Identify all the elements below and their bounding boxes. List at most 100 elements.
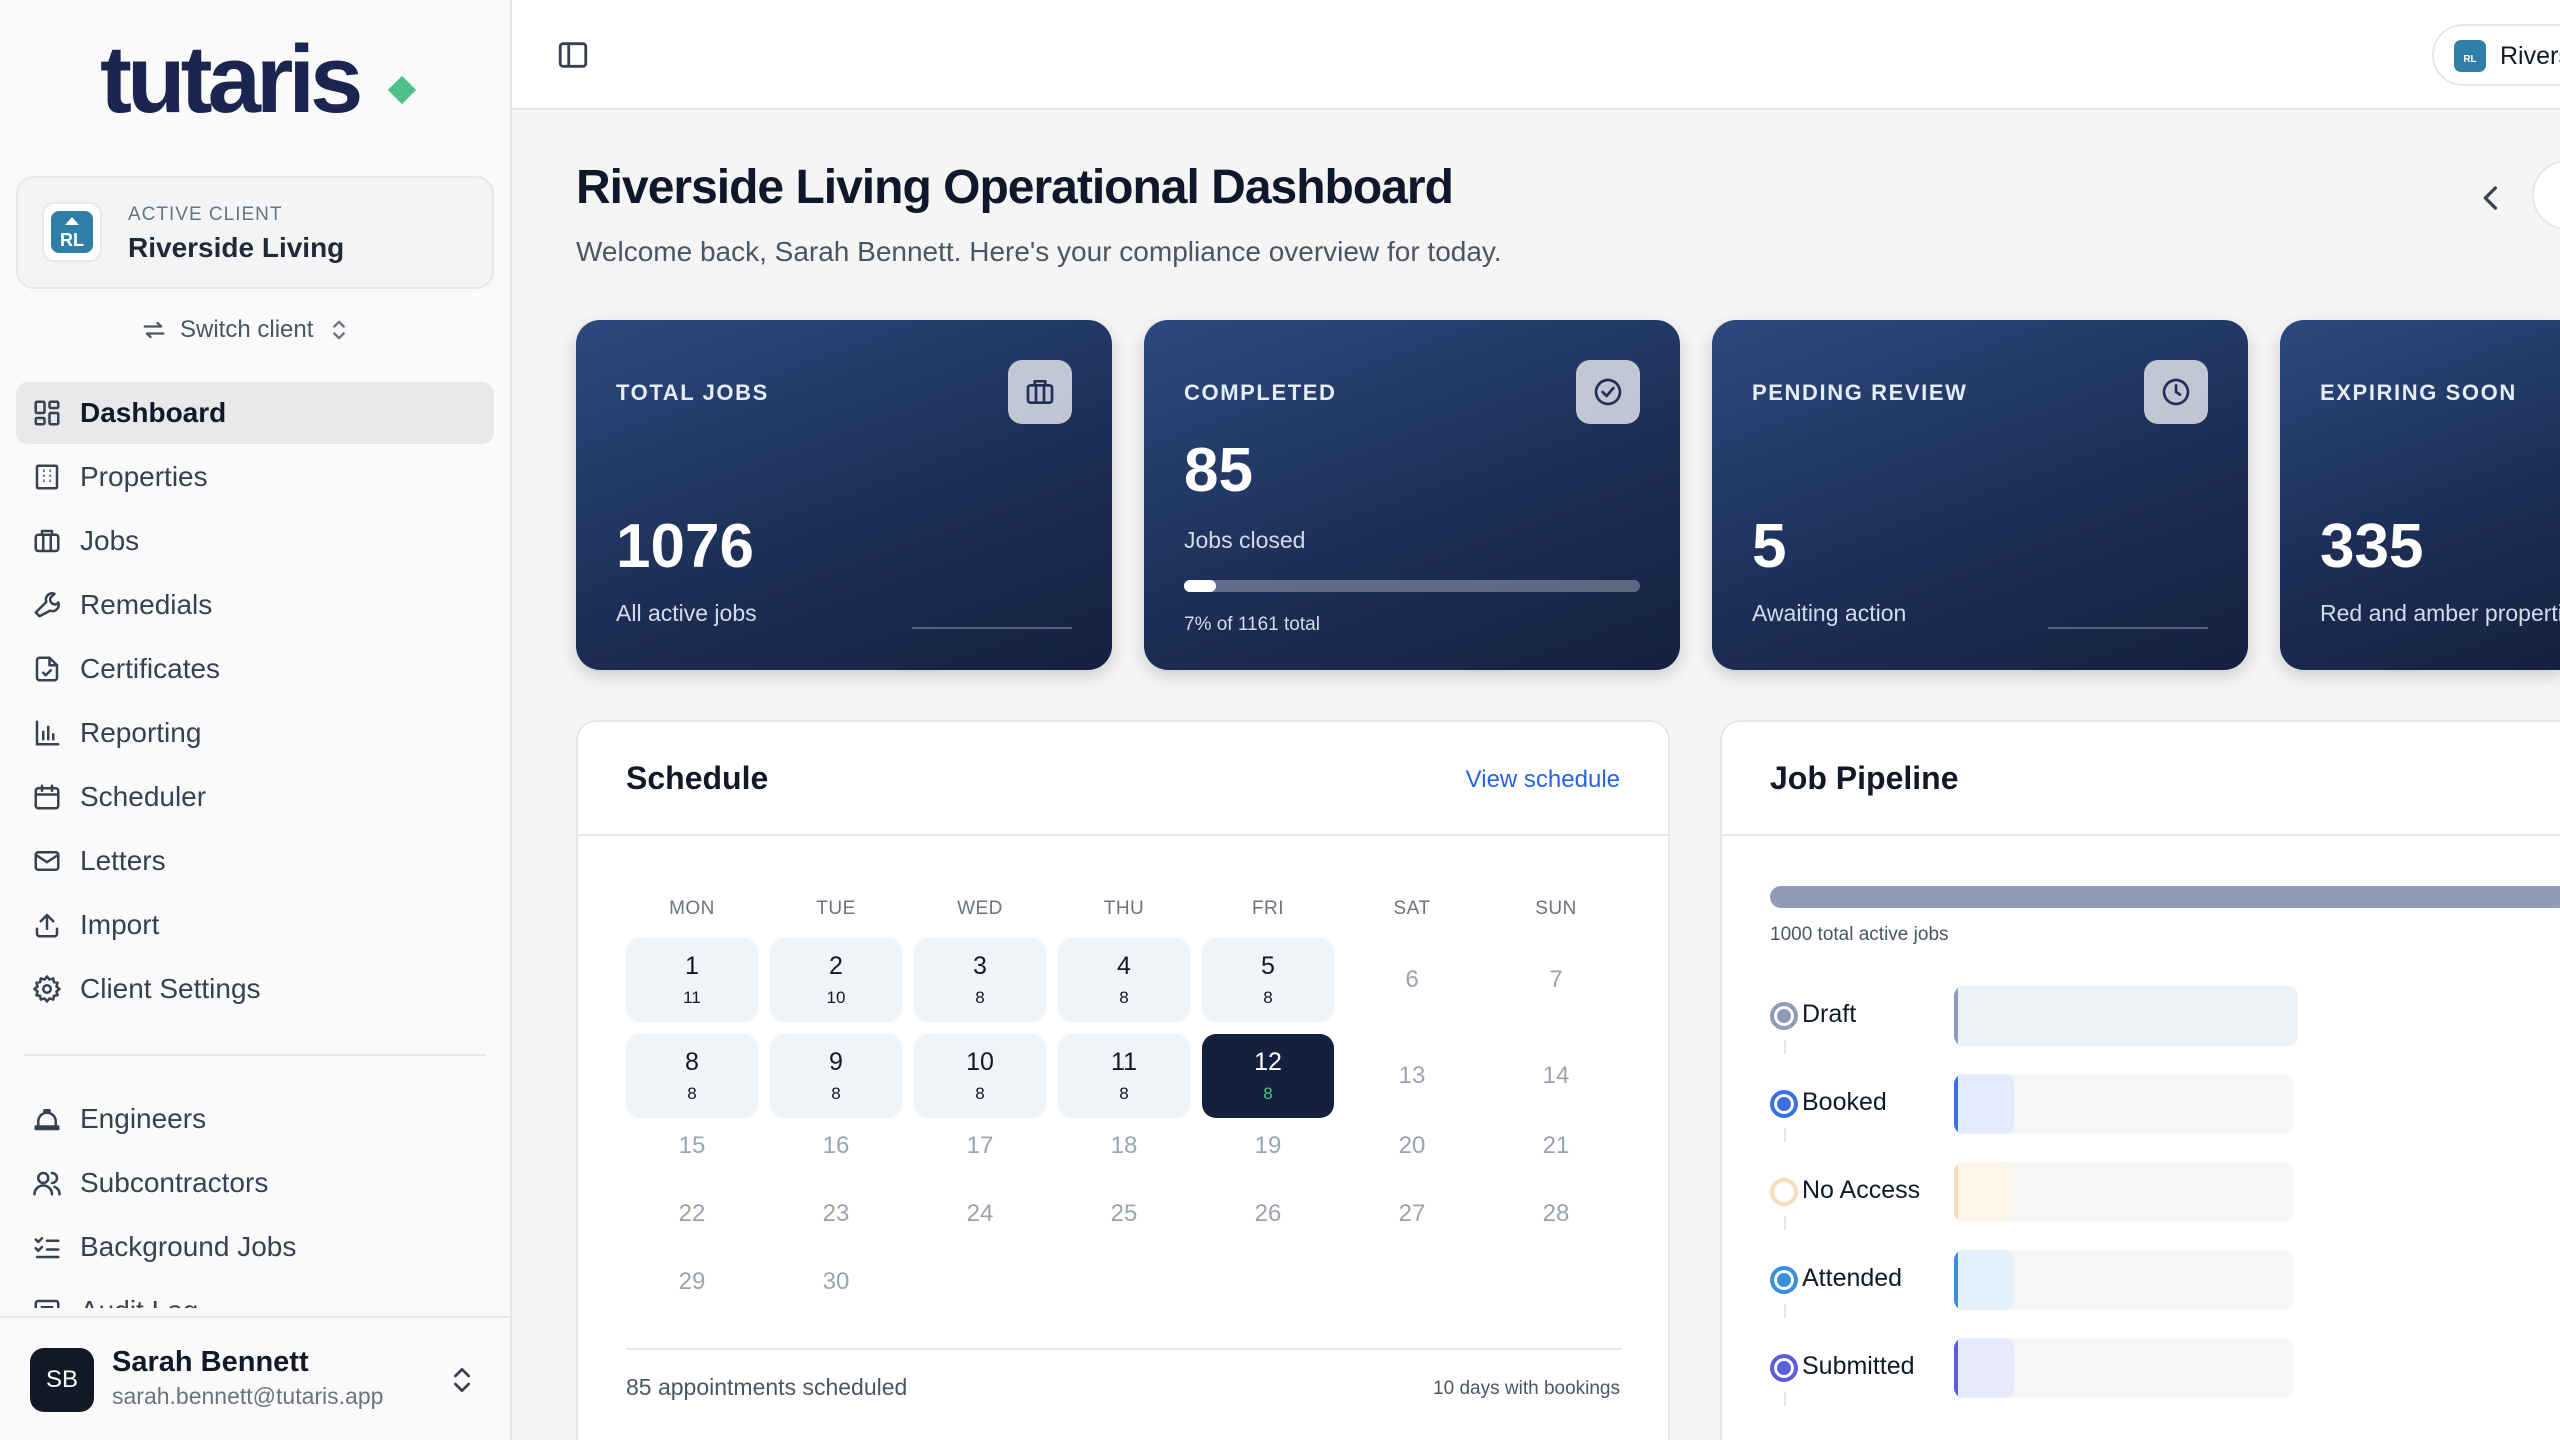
nav-item-jobs[interactable]: Jobs bbox=[16, 510, 494, 572]
client-logo: RL bbox=[42, 202, 102, 262]
nav-item-properties[interactable]: Properties bbox=[16, 446, 494, 508]
appointments-count: 85 appointments scheduled bbox=[626, 1374, 908, 1400]
next-button[interactable] bbox=[2532, 160, 2560, 230]
day-number: 15 bbox=[678, 1132, 706, 1159]
pipeline-stage[interactable]: Draft bbox=[1770, 986, 2298, 1054]
day-booking-count: 8 bbox=[1119, 1084, 1129, 1103]
weekday-header: WED bbox=[957, 898, 1003, 919]
stage-bar bbox=[1954, 986, 2298, 1046]
calendar-day[interactable]: 2 10 bbox=[770, 938, 902, 1022]
day-booking-count: 10 bbox=[826, 988, 846, 1007]
stat-note: Jobs closed bbox=[1184, 527, 1306, 553]
weekday-header: SUN bbox=[1535, 898, 1577, 919]
nav-item-dashboard[interactable]: Dashboard bbox=[16, 382, 494, 444]
list-checks-icon bbox=[34, 1237, 60, 1259]
building-icon bbox=[35, 464, 59, 490]
stat-card-pending-review[interactable]: PENDING REVIEW 5 Awaiting action bbox=[1712, 320, 2248, 670]
chevron-up-down-icon[interactable] bbox=[446, 1362, 478, 1398]
stage-bar-fill bbox=[1958, 986, 2298, 1046]
day-number: 16 bbox=[822, 1132, 850, 1159]
switch-client-label: Switch client bbox=[180, 316, 314, 343]
stage-status-dot-icon bbox=[1770, 1090, 1798, 1118]
calendar-day[interactable]: 28 bbox=[1490, 1172, 1622, 1256]
nav-item-letters[interactable]: Letters bbox=[16, 830, 494, 892]
stat-card-completed[interactable]: COMPLETED 85 Jobs closed 7% of 1161 tota… bbox=[1144, 320, 1680, 670]
calendar-day[interactable]: 58 bbox=[1202, 938, 1334, 1022]
nav-label: Properties bbox=[80, 461, 208, 492]
stage-status-dot-icon bbox=[1770, 1002, 1798, 1030]
day-number: 7 bbox=[1549, 966, 1563, 993]
calendar-day[interactable]: 7 bbox=[1490, 938, 1622, 1022]
stage-bar bbox=[1954, 1250, 2294, 1310]
day-number: 30 bbox=[822, 1268, 850, 1295]
stat-label: PENDING REVIEW bbox=[1752, 380, 1968, 405]
calendar-day[interactable]: 6 bbox=[1346, 938, 1478, 1022]
calendar-day[interactable]: 29 bbox=[626, 1240, 758, 1324]
nav-item-subcontractors[interactable]: Subcontractors bbox=[16, 1152, 494, 1214]
chevron-left-icon[interactable] bbox=[2472, 178, 2512, 218]
calendar-day[interactable]: 48 bbox=[1058, 938, 1190, 1022]
gear-icon bbox=[33, 975, 61, 1003]
nav-item-remedials[interactable]: Remedials bbox=[16, 574, 494, 636]
nav-item-import[interactable]: Import bbox=[16, 894, 494, 956]
job-pipeline-panel: Job Pipeline 1000 total active jobs Draf… bbox=[1720, 720, 2560, 1440]
calendar-day[interactable]: 38 bbox=[914, 938, 1046, 1022]
user-menu[interactable]: SB Sarah Bennett sarah.bennett@tutaris.a… bbox=[0, 1316, 510, 1440]
active-client-name: Riverside Living bbox=[128, 232, 345, 263]
switch-client-button[interactable]: Switch client bbox=[140, 312, 353, 348]
stat-label: EXPIRING SOON bbox=[2320, 380, 2517, 405]
hard-hat-icon bbox=[34, 1109, 60, 1131]
pipeline-header: Job Pipeline bbox=[1722, 722, 2560, 836]
brand-logo[interactable]: tutaris bbox=[100, 32, 363, 128]
nav-item-client-settings[interactable]: Client Settings bbox=[16, 958, 494, 1020]
stat-icon-badge bbox=[1576, 360, 1640, 424]
day-number: 2 bbox=[829, 952, 843, 980]
stage-bar-fill bbox=[1958, 1162, 2014, 1222]
active-client-card[interactable]: RL ACTIVE CLIENT Riverside Living bbox=[16, 176, 494, 289]
nav-item-scheduler[interactable]: Scheduler bbox=[16, 766, 494, 828]
stat-card-expiring-soon[interactable]: EXPIRING SOON 335 Red and amber properti… bbox=[2280, 320, 2560, 670]
calendar-day[interactable]: 1 11 bbox=[626, 938, 758, 1022]
pipeline-stage[interactable]: Submitted bbox=[1770, 1338, 2294, 1406]
nav-item-certificates[interactable]: Certificates bbox=[16, 638, 494, 700]
schedule-title: Schedule bbox=[626, 760, 769, 796]
log-icon bbox=[34, 1299, 60, 1308]
stat-value: 85 bbox=[1184, 436, 1253, 505]
day-booking-count: 8 bbox=[831, 1084, 841, 1103]
sidebar-toggle-icon[interactable] bbox=[556, 38, 590, 72]
client-chip-initials: RL bbox=[2454, 40, 2486, 72]
stage-bar-fill bbox=[1958, 1338, 2014, 1398]
weekday-header: FRI bbox=[1251, 898, 1285, 919]
day-number: 11 bbox=[1111, 1048, 1137, 1076]
client-switcher-chip[interactable]: RL Riverside Living bbox=[2432, 24, 2560, 86]
calendar-day[interactable]: 27 bbox=[1346, 1172, 1478, 1256]
user-name: Sarah Bennett bbox=[112, 1346, 309, 1378]
users-icon bbox=[33, 1171, 61, 1196]
pipeline-stage[interactable]: Attended bbox=[1770, 1250, 2294, 1318]
day-number: 3 bbox=[973, 952, 987, 980]
stage-bar-fill bbox=[1958, 1250, 2014, 1310]
pipeline-stage[interactable]: No Access bbox=[1770, 1162, 2294, 1230]
nav-item-reporting[interactable]: Reporting bbox=[16, 702, 494, 764]
nav-label: Reporting bbox=[80, 717, 202, 748]
nav-item-audit-log[interactable]: Audit Log bbox=[16, 1280, 494, 1308]
day-number: 22 bbox=[678, 1200, 706, 1227]
briefcase-icon bbox=[1026, 380, 1054, 404]
stage-bar bbox=[1954, 1074, 2294, 1134]
calendar-day[interactable]: 25 bbox=[1058, 1172, 1190, 1256]
switch-arrows-icon bbox=[143, 321, 165, 339]
stat-card-total-jobs[interactable]: TOTAL JOBS 1076 All active jobs bbox=[576, 320, 1112, 670]
stage-status-dot-icon bbox=[1770, 1354, 1798, 1382]
upload-icon bbox=[35, 913, 59, 938]
stage-label: Submitted bbox=[1802, 1352, 1915, 1380]
view-schedule-link[interactable]: View schedule bbox=[1466, 766, 1620, 794]
stat-icon-badge bbox=[2144, 360, 2208, 424]
nav-item-background-jobs[interactable]: Background Jobs bbox=[16, 1216, 494, 1278]
pipeline-total-note: 1000 total active jobs bbox=[1770, 924, 1949, 945]
nav-label: Client Settings bbox=[80, 973, 261, 1004]
calendar-day[interactable]: 24 bbox=[914, 1172, 1046, 1256]
pipeline-stage[interactable]: Booked bbox=[1770, 1074, 2294, 1142]
calendar-day[interactable]: 26 bbox=[1202, 1172, 1334, 1256]
calendar-day[interactable]: 30 bbox=[770, 1240, 902, 1324]
nav-item-engineers[interactable]: Engineers bbox=[16, 1088, 494, 1150]
